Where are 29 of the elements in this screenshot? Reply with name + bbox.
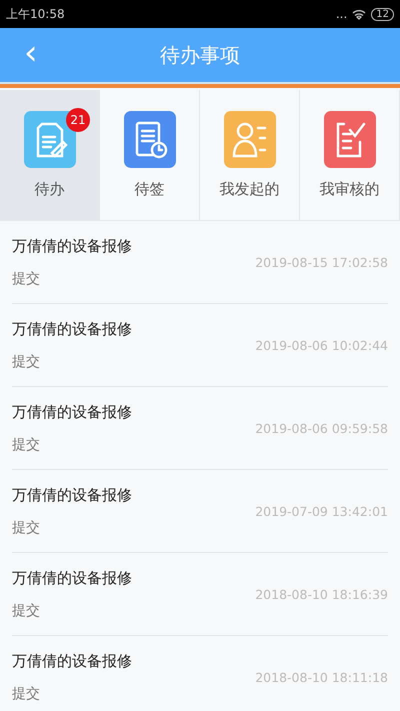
item-status: 提交: [12, 270, 41, 288]
item-time: 2019-08-06 09:59:58: [255, 420, 388, 436]
item-time: 2019-08-06 10:02:44: [255, 338, 388, 352]
notification-dots: ...: [336, 7, 348, 21]
page-title: 待办事项: [160, 42, 240, 68]
tab-label: 我发起的: [220, 180, 280, 199]
category-tab[interactable]: 待办 21: [0, 90, 100, 220]
item-title[interactable]: 万倩倩的设备报修: [12, 402, 132, 422]
wifi-icon: [352, 8, 366, 20]
item-title[interactable]: 万倩倩的设备报修: [12, 236, 132, 256]
item-time: 2019-07-09 13:42:01: [255, 504, 388, 518]
tab-label: 我审核的: [320, 180, 380, 199]
tab-label: 待办: [34, 180, 64, 199]
item-status: 提交: [12, 518, 41, 536]
item-time: 2018-08-10 18:11:18: [255, 670, 388, 684]
item-title[interactable]: 万倩倩的设备报修: [12, 568, 132, 588]
item-time: 2019-08-15 17:02:58: [255, 254, 388, 270]
item-status: 提交: [12, 684, 41, 702]
status-time: 上午10:58: [6, 6, 65, 22]
count-badge: 21: [66, 108, 90, 132]
item-title[interactable]: 万倩倩的设备报修: [12, 652, 132, 670]
tab-label: 待签: [134, 180, 164, 199]
item-time: 2018-08-10 18:16:39: [255, 586, 388, 602]
item-title[interactable]: 万倩倩的设备报修: [12, 486, 132, 504]
item-status: 提交: [12, 602, 41, 620]
item-status: 提交: [12, 352, 41, 370]
battery-indicator: 12: [371, 8, 394, 20]
item-status: 提交: [12, 436, 41, 454]
item-title[interactable]: 万倩倩的设备报修: [12, 320, 132, 338]
